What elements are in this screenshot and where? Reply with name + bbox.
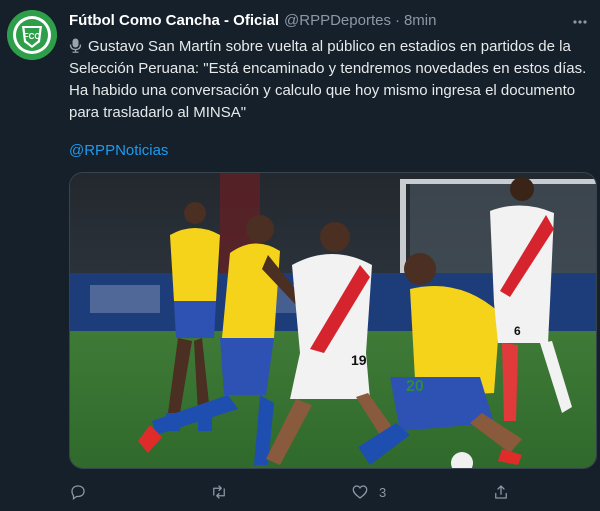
separator-dot: · xyxy=(394,12,400,29)
tweet[interactable]: FCC Fútbol Como Cancha - Oficial @RPPDep… xyxy=(0,0,600,511)
avatar[interactable]: FCC xyxy=(7,10,57,60)
tweet-text-line-2: Selección Peruana: "Está encaminado y te… xyxy=(69,60,587,77)
more-options-button[interactable] xyxy=(570,12,590,32)
football-match-photo: 19 20 6 xyxy=(70,173,596,468)
microphone-icon xyxy=(69,38,82,53)
retweet-button[interactable] xyxy=(210,480,238,504)
user-handle[interactable]: @RPPDeportes xyxy=(284,12,391,29)
share-icon xyxy=(495,485,507,499)
heart-icon xyxy=(352,485,368,499)
retweet-icon xyxy=(213,485,225,499)
share-button[interactable] xyxy=(492,480,520,504)
tweet-text-line-1-content: Gustavo San Martín sobre vuelta al públi… xyxy=(88,38,571,55)
jersey-number-19: 19 xyxy=(351,352,367,368)
display-name[interactable]: Fútbol Como Cancha - Oficial xyxy=(69,12,279,29)
jersey-number-6: 6 xyxy=(514,324,521,338)
team-crest-icon: FCC xyxy=(7,10,57,60)
avatar-text: FCC xyxy=(24,32,41,41)
like-button[interactable]: 3 xyxy=(351,480,386,504)
reply-button[interactable] xyxy=(69,480,97,504)
more-dots-icon xyxy=(573,20,587,24)
jersey-number-20: 20 xyxy=(406,378,424,395)
tweet-text: Gustavo San Martín sobre vuelta al públi… xyxy=(69,36,597,124)
tweet-text-line-4: para trasladarlo al MINSA" xyxy=(69,104,247,121)
timestamp[interactable]: 8min xyxy=(404,12,437,29)
like-count: 3 xyxy=(379,484,387,500)
reply-icon xyxy=(71,485,85,501)
tweet-header: Fútbol Como Cancha - Oficial @RPPDeporte… xyxy=(69,12,570,34)
tweet-text-line-3: Ha habido una conversación y calculo que… xyxy=(69,82,576,99)
tweet-text-line-1: Gustavo San Martín sobre vuelta al públi… xyxy=(69,36,597,58)
mention-link[interactable]: @RPPNoticias xyxy=(69,141,168,161)
tweet-photo[interactable]: 19 20 6 xyxy=(69,172,597,469)
tweet-actions: 3 xyxy=(69,480,569,504)
